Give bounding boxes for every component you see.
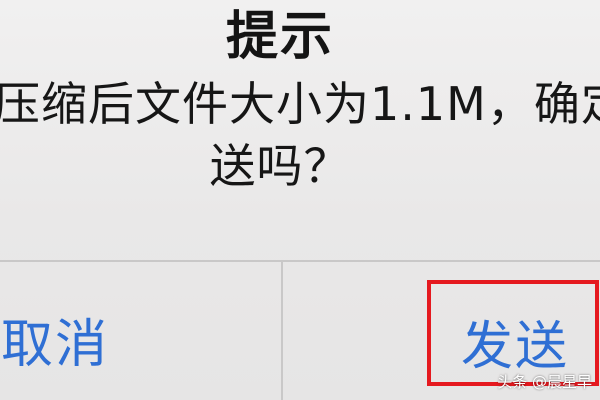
watermark: 头条 @晨星早 (497, 373, 592, 391)
button-divider-horizontal (0, 260, 600, 262)
dialog-message-line-1: 压缩后文件大小为1.1M，确定要 (0, 77, 600, 131)
dialog-message-line-2: 送吗？ (209, 139, 351, 193)
cancel-button[interactable]: 取消 (0, 270, 150, 400)
dialog-title: 提示 (225, 7, 334, 67)
cancel-button-label: 取消 (0, 314, 109, 375)
alert-dialog: 提示 压缩后文件大小为1.1M，确定要 送吗？ 取消 发送 头条 @晨星早 (0, 0, 600, 400)
button-divider-vertical (281, 262, 283, 400)
